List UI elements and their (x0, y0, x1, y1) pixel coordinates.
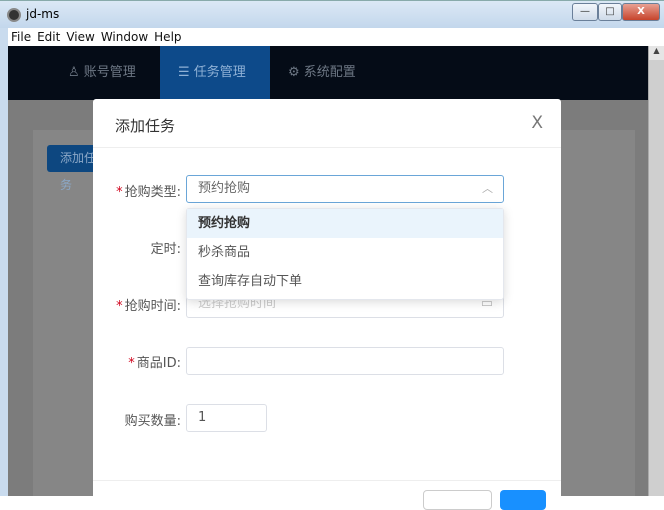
maximize-button[interactable]: □ (598, 3, 622, 21)
label-text: 抢购时间: (124, 299, 181, 314)
chevron-up-icon: ︿ (482, 182, 493, 195)
dialog-header: 添加任务 X (93, 99, 561, 148)
nav-settings[interactable]: ⚙ 系统配置 (288, 46, 356, 100)
select-value: 预约抢购 (198, 181, 251, 196)
sku-input[interactable] (186, 347, 504, 375)
user-icon: ♙ (68, 65, 80, 80)
nav-accounts[interactable]: ♙ 账号管理 (68, 46, 136, 100)
confirm-button[interactable] (500, 490, 546, 510)
menu-file[interactable]: File (8, 28, 34, 46)
nav-tasks[interactable]: ☰ 任务管理 (160, 46, 270, 100)
option-flash-sale[interactable]: 秒杀商品 (187, 238, 503, 267)
nav-label: 账号管理 (83, 65, 136, 80)
label-text: 商品ID: (136, 356, 181, 371)
add-task-dialog: 添加任务 X * 抢购类型: 预约抢购 ︿ 预约抢购 秒杀商品 查询库存自动下单 定… (93, 99, 561, 510)
scroll-up-icon[interactable]: ▲ (649, 46, 664, 60)
required-mark: * (116, 185, 123, 200)
menu-window[interactable]: Window (98, 28, 151, 46)
list-icon: ☰ (178, 65, 190, 80)
required-mark: * (116, 299, 123, 314)
window-frame (0, 46, 8, 496)
app-icon (7, 8, 21, 22)
type-label: * 抢购类型: (93, 181, 181, 200)
quantity-input[interactable]: 1 (186, 404, 267, 432)
nav-label: 任务管理 (193, 65, 246, 80)
close-window-button[interactable]: X (622, 3, 660, 21)
option-reserve[interactable]: 预约抢购 (187, 209, 503, 238)
minimize-button[interactable]: — (572, 3, 598, 21)
timer-label: 定时: (150, 242, 181, 257)
menu-help[interactable]: Help (151, 28, 184, 46)
qty-label: 购买数量: (124, 414, 181, 429)
required-mark: * (128, 356, 135, 371)
purchase-type-select[interactable]: 预约抢购 ︿ (186, 175, 504, 203)
cancel-button[interactable] (423, 490, 492, 510)
window-title: jd-ms (26, 7, 60, 21)
sku-label: * 商品ID: (93, 352, 181, 371)
menu-bar: File Edit View Window Help (0, 28, 664, 46)
nav-label: 系统配置 (303, 65, 356, 80)
type-dropdown: 预约抢购 秒杀商品 查询库存自动下单 (186, 208, 504, 300)
option-stock-auto-order[interactable]: 查询库存自动下单 (187, 267, 503, 296)
top-nav: ♙ 账号管理 ☰ 任务管理 ⚙ 系统配置 (8, 46, 648, 100)
menu-edit[interactable]: Edit (34, 28, 63, 46)
time-label: * 抢购时间: (93, 295, 181, 314)
title-bar: jd-ms — □ X (0, 0, 664, 28)
menu-view[interactable]: View (63, 28, 97, 46)
close-icon[interactable]: X (531, 113, 543, 133)
label-text: 抢购类型: (124, 185, 181, 200)
gear-icon: ⚙ (288, 65, 300, 80)
scrollbar[interactable]: ▲ (648, 46, 664, 496)
dialog-title: 添加任务 (115, 117, 176, 135)
